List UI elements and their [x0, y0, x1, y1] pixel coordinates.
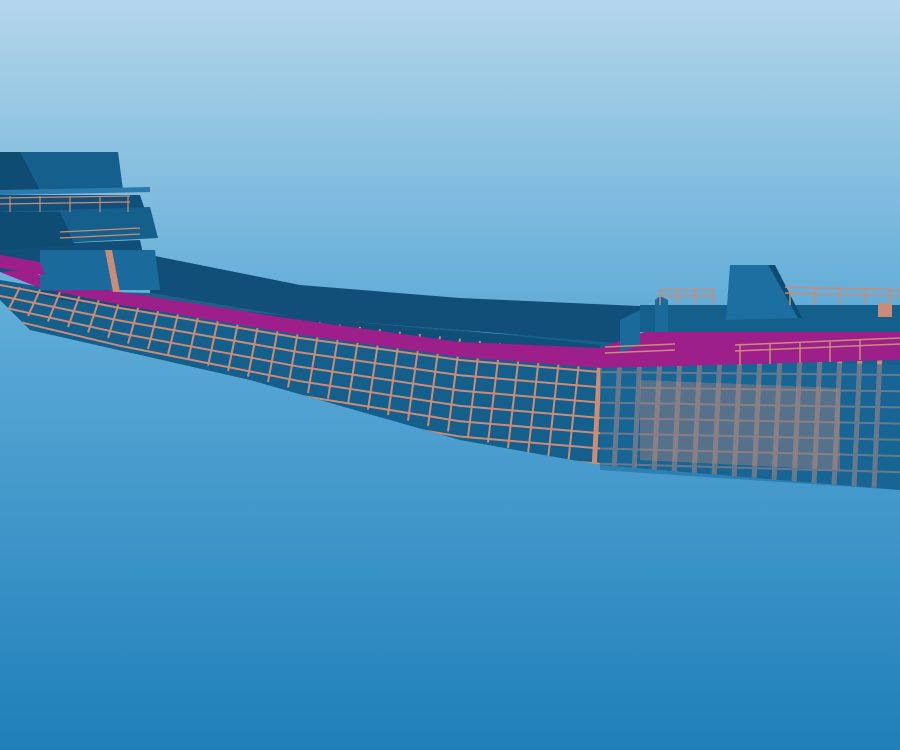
3d-viewport[interactable]: [0, 0, 900, 750]
ship-model-render: [0, 0, 900, 750]
forward-hold: [600, 355, 900, 490]
